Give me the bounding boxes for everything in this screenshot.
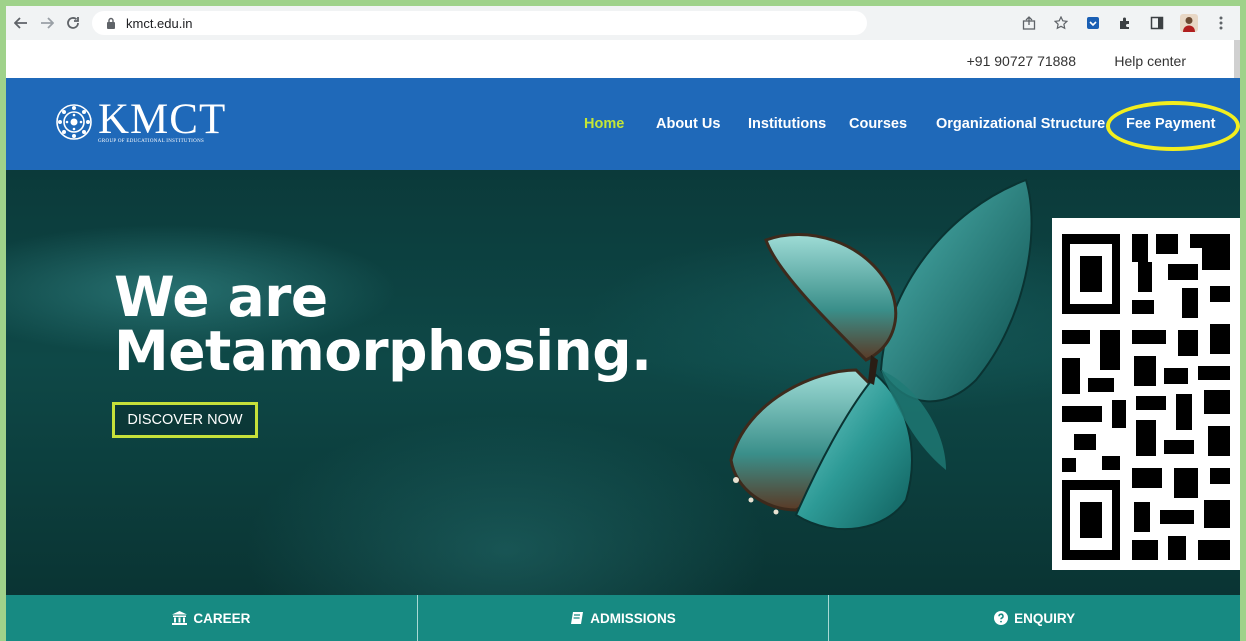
question-circle-icon <box>994 611 1009 625</box>
top-info-strip: +91 90727 71888 Help center <box>6 40 1240 78</box>
institution-icon <box>172 611 188 625</box>
sidepanel-icon[interactable] <box>1148 14 1166 32</box>
nav-item-institutions[interactable]: Institutions <box>748 116 826 132</box>
share-icon[interactable] <box>1020 14 1038 32</box>
browser-toolbar: kmct.edu.in <box>6 6 1240 40</box>
career-link[interactable]: CAREER <box>6 595 418 641</box>
career-label: CAREER <box>193 610 251 626</box>
address-bar[interactable]: kmct.edu.in <box>92 11 867 35</box>
hero-line-1: We are <box>114 265 328 329</box>
phone-link[interactable]: +91 90727 71888 <box>967 53 1076 69</box>
hero-line-2: Metamorphosing. <box>114 319 652 383</box>
fee-payment-highlight <box>1106 101 1240 151</box>
qr-code <box>1052 218 1240 570</box>
logo-name: KMCT <box>98 96 227 143</box>
browser-tools <box>1020 14 1230 32</box>
menu-dots-icon[interactable] <box>1212 14 1230 32</box>
browser-window: kmct.edu.in +91 90727 71888 Help center … <box>6 6 1240 641</box>
url-text: kmct.edu.in <box>126 15 193 31</box>
site-header: KMCT GROUP OF EDUCATIONAL INSTITUTIONS H… <box>6 78 1240 170</box>
quick-links-bar: CAREER ADMISSIONS ENQUIRY <box>6 595 1240 641</box>
book-icon <box>570 611 584 625</box>
enquiry-link[interactable]: ENQUIRY <box>829 595 1240 641</box>
lock-icon <box>102 17 120 29</box>
butterfly-image <box>729 178 1033 531</box>
star-icon[interactable] <box>1052 14 1070 32</box>
extension-box-icon[interactable] <box>1084 14 1102 32</box>
admissions-label: ADMISSIONS <box>590 610 676 626</box>
logo-emblem-icon <box>56 104 92 140</box>
avatar[interactable] <box>1180 14 1198 32</box>
nav-item-organizational-structure[interactable]: Organizational Structure <box>936 116 1105 132</box>
help-center-link[interactable]: Help center <box>1114 53 1186 69</box>
nav-item-about-us[interactable]: About Us <box>656 116 720 132</box>
reload-icon[interactable] <box>62 12 84 34</box>
nav-item-home[interactable]: Home <box>584 116 624 132</box>
discover-now-button[interactable]: DISCOVER NOW <box>112 402 258 438</box>
enquiry-label: ENQUIRY <box>1014 610 1076 626</box>
back-icon[interactable] <box>10 12 32 34</box>
puzzle-icon[interactable] <box>1116 14 1134 32</box>
forward-icon[interactable] <box>36 12 58 34</box>
hero-headline: We are Metamorphosing. <box>114 265 652 383</box>
admissions-link[interactable]: ADMISSIONS <box>418 595 830 641</box>
qr-code-image <box>1062 234 1230 560</box>
nav-item-courses[interactable]: Courses <box>849 116 907 132</box>
site-logo[interactable]: KMCT GROUP OF EDUCATIONAL INSTITUTIONS <box>54 96 227 144</box>
